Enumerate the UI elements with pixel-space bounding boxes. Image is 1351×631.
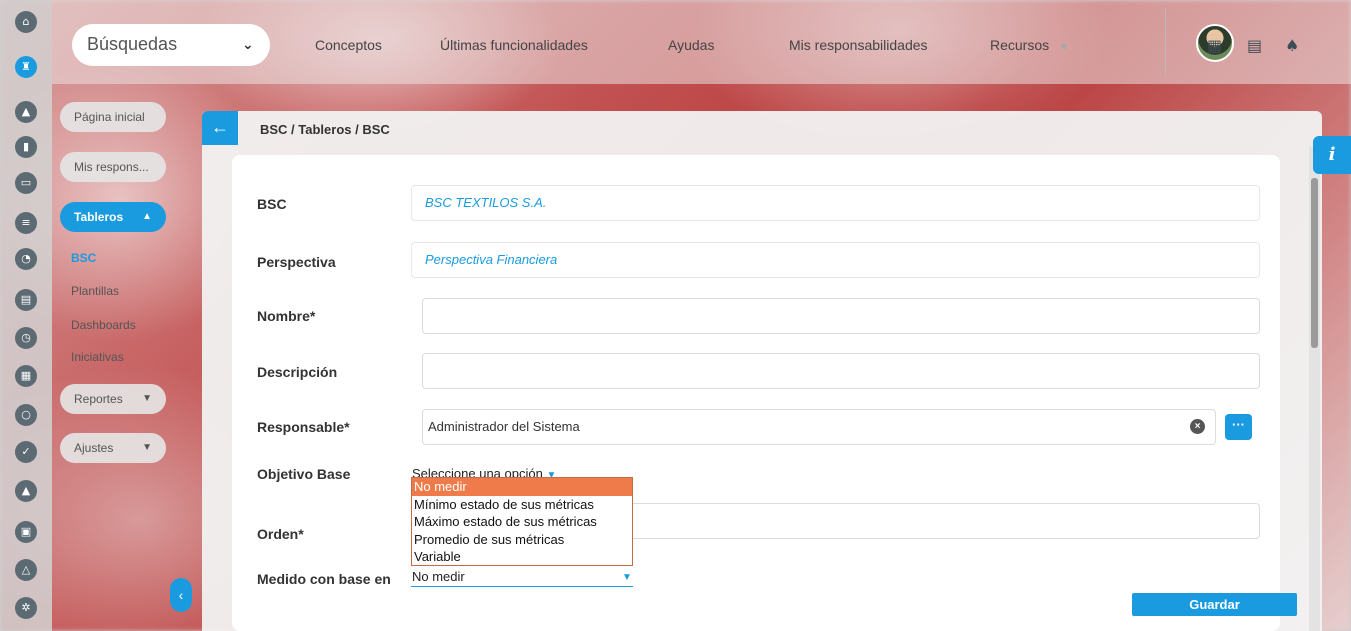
back-button[interactable]: ← — [202, 111, 238, 145]
info-icon[interactable]: i — [1313, 136, 1351, 174]
name-field[interactable] — [422, 298, 1260, 334]
save-button[interactable]: Guardar — [1132, 593, 1297, 616]
more-options-button[interactable]: ··· — [1225, 414, 1252, 440]
perspective-label: Perspectiva — [257, 254, 336, 270]
perspective-field: Perspectiva Financiera — [411, 242, 1260, 278]
book-icon[interactable]: ▤ — [1247, 36, 1262, 55]
menu-ajustes-label: Ajustes — [74, 441, 114, 455]
book-icon[interactable]: ▤ — [15, 289, 37, 311]
gear-icon[interactable]: ✲ — [15, 597, 37, 619]
submenu-plantillas[interactable]: Plantillas — [71, 284, 119, 298]
cycle-icon[interactable]: ○ — [15, 404, 37, 426]
nav-mis-responsabilidades[interactable]: Mis responsabilidades — [789, 37, 928, 53]
submenu-iniciativas[interactable]: Iniciativas — [71, 350, 124, 364]
caret-down-icon: ▼ — [142, 442, 152, 453]
dropdown-option[interactable]: No medir — [412, 478, 632, 496]
dropdown-option[interactable]: Variable — [412, 548, 632, 566]
responsible-field[interactable]: Administrador del Sistema — [422, 409, 1216, 445]
caret-down-icon: ▼ — [142, 393, 152, 404]
dropdown-option[interactable]: Máximo estado de sus métricas — [412, 513, 632, 531]
measured-label: Medido con base en — [257, 571, 391, 587]
top-bar: Búsquedas ⌄ Conceptos Últimas funcionali… — [52, 0, 1351, 84]
calendar-icon[interactable]: ▣ — [15, 521, 37, 543]
dropdown-option[interactable]: Promedio de sus métricas — [412, 531, 632, 549]
menu-pagina-inicial[interactable]: Página inicial — [60, 102, 166, 132]
responsible-label: Responsable* — [257, 419, 350, 435]
objective-dropdown-list: No medir Mínimo estado de sus métricas M… — [411, 477, 633, 566]
nav-ayudas[interactable]: Ayudas — [668, 37, 714, 53]
search-dropdown[interactable]: Búsquedas ⌄ — [72, 24, 270, 66]
bsc-field: BSC TEXTILOS S.A. — [411, 185, 1260, 221]
caret-down-icon: ▼ — [1059, 42, 1070, 53]
caret-up-icon: ▲ — [142, 211, 152, 222]
menu-tableros-label: Tableros — [74, 210, 124, 224]
menu-reportes-label: Reportes — [74, 392, 123, 406]
list-icon[interactable]: ≡ — [15, 212, 37, 234]
rook-icon[interactable]: ♜ — [15, 56, 37, 78]
nav-conceptos[interactable]: Conceptos — [315, 37, 382, 53]
calendar-icon[interactable]: ▦ — [1207, 36, 1222, 55]
objective-label: Objetivo Base — [257, 466, 351, 482]
nav-ultimas-funcionalidades[interactable]: Últimas funcionalidades — [440, 37, 588, 53]
measured-select[interactable]: No medir — [412, 569, 465, 584]
presentation-icon[interactable]: ▭ — [15, 172, 37, 194]
nav-recursos-label: Recursos — [990, 37, 1050, 53]
caret-down-icon: ▼ — [622, 572, 632, 583]
menu-ajustes[interactable]: Ajustes ▼ — [60, 433, 166, 463]
description-label: Descripción — [257, 364, 338, 380]
collapse-menu-button[interactable]: ‹ — [170, 578, 192, 612]
bell-icon[interactable]: ♠ — [1285, 36, 1299, 55]
network-icon[interactable]: △ — [15, 559, 37, 581]
bar-chart-icon[interactable]: ▮ — [15, 136, 37, 158]
icon-rail: ⌂ ♜ ▲ ▮ ▭ ≡ ◔ ▤ ◷ ▦ ○ ✓ ▲ ▣ △ ✲ — [0, 0, 52, 631]
form-card — [232, 155, 1280, 631]
scrollbar-thumb[interactable] — [1311, 178, 1318, 348]
clock-icon[interactable]: ◷ — [15, 327, 37, 349]
breadcrumb: BSC / Tableros / BSC — [260, 122, 390, 137]
alert-icon[interactable]: ▲ — [15, 480, 37, 502]
search-label: Búsquedas — [87, 34, 178, 54]
submenu-bsc[interactable]: BSC — [71, 251, 96, 265]
divider — [1165, 8, 1166, 74]
chevron-down-icon: ⌄ — [242, 36, 254, 52]
menu-tableros[interactable]: Tableros ▲ — [60, 202, 166, 232]
home-icon[interactable]: ⌂ — [15, 11, 37, 33]
triangle-icon[interactable]: ▲ — [15, 101, 37, 123]
bsc-label: BSC — [257, 196, 287, 212]
nav-recursos[interactable]: Recursos ▼ — [990, 37, 1069, 53]
submenu-dashboards[interactable]: Dashboards — [71, 318, 136, 332]
order-label: Orden* — [257, 526, 304, 542]
check-icon[interactable]: ✓ — [15, 441, 37, 463]
menu-reportes[interactable]: Reportes ▼ — [60, 384, 166, 414]
clear-icon[interactable]: × — [1190, 419, 1205, 434]
document-icon[interactable]: ▦ — [15, 365, 37, 387]
select-underline — [411, 586, 633, 587]
pie-chart-icon[interactable]: ◔ — [15, 248, 37, 270]
name-label: Nombre* — [257, 308, 316, 324]
menu-mis-responsabilidades[interactable]: Mis respons... — [60, 152, 166, 182]
description-field[interactable] — [422, 353, 1260, 389]
dropdown-option[interactable]: Mínimo estado de sus métricas — [412, 496, 632, 514]
